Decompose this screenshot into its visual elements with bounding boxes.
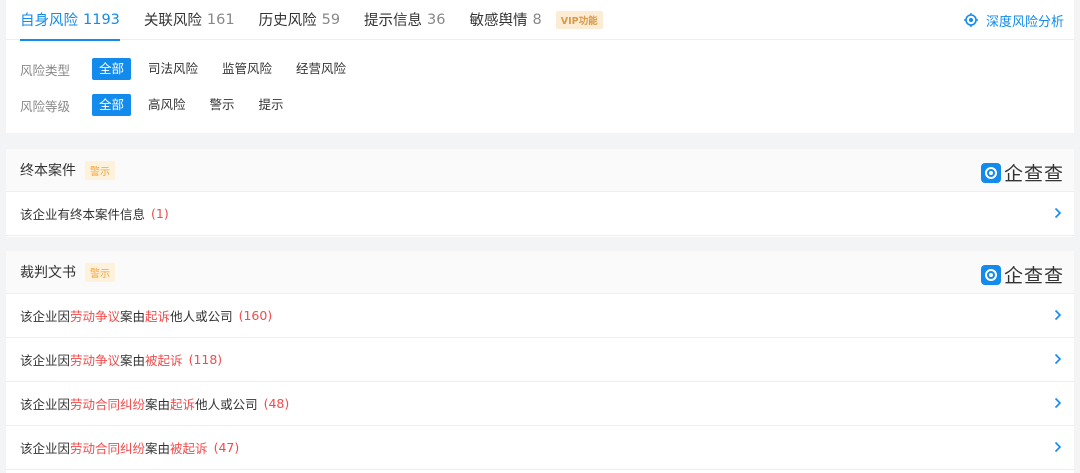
tab-label: 提示信息 — [364, 13, 423, 29]
row-text: 该企业因 — [20, 353, 71, 368]
list-item[interactable]: 该企业因 劳动合同纠纷 案由 被起诉 (47) — [6, 426, 1074, 470]
filter-option-judicial[interactable]: 司法风险 — [141, 58, 205, 80]
row-text: 他人或公司 — [170, 309, 233, 324]
section-header: 裁判文书 警示 企查查 — [6, 251, 1074, 294]
filter-option-all[interactable]: 全部 — [92, 94, 132, 116]
deep-analysis-label: 深度风险分析 — [985, 14, 1064, 30]
row-count: (47) — [213, 440, 240, 455]
chevron-right-icon — [1054, 441, 1062, 453]
qcc-logo-icon — [980, 162, 1001, 183]
row-count: (160) — [238, 308, 273, 323]
filter-label: 风险类型 — [20, 62, 71, 78]
warning-badge: 警示 — [85, 262, 115, 282]
tab-label: 历史风险 — [258, 13, 317, 29]
row-highlight: 起诉 — [170, 397, 196, 412]
chevron-right-icon — [1054, 353, 1062, 365]
chevron-right-icon — [1054, 207, 1062, 219]
row-text: 该企业因 — [20, 309, 71, 324]
qcc-logo-text: 企查查 — [1003, 265, 1064, 287]
row-highlight: 被起诉 — [145, 353, 183, 368]
risk-type-filter: 风险类型 全部 司法风险 监管风险 经营风险 — [6, 56, 1074, 82]
tab-count: 59 — [321, 11, 341, 28]
section-title: 裁判文书 — [20, 265, 76, 281]
risk-tabs: 自身风险 1193 关联风险 161 历史风险 59 提示信息 36 敏感舆情 8 VIP… — [6, 0, 1074, 41]
row-text: 案由 — [120, 353, 146, 368]
filter-option-high[interactable]: 高风险 — [141, 94, 193, 116]
filter-option-regulatory[interactable]: 监管风险 — [215, 58, 279, 80]
tab-count: 161 — [206, 11, 235, 28]
tab-count: 8 — [532, 11, 542, 28]
row-count: (118) — [188, 352, 223, 367]
chevron-right-icon — [1054, 397, 1062, 409]
list-item[interactable]: 该企业有终本案件信息 (1) — [6, 192, 1074, 236]
qcc-logo: 企查查 — [980, 261, 1064, 288]
qcc-logo: 企查查 — [980, 159, 1064, 186]
tab-related-risk[interactable]: 关联风险 161 — [144, 0, 235, 40]
target-icon — [963, 13, 978, 27]
filter-label: 风险等级 — [20, 98, 71, 114]
row-count: (48) — [263, 396, 290, 411]
list-item[interactable]: 该企业因 劳动合同纠纷 案由 起诉 他人或公司 (48) — [6, 382, 1074, 426]
qcc-logo-text: 企查查 — [1003, 163, 1064, 185]
final-case-section: 终本案件 警示 企查查 该企业有终本案件信息 (1) — [6, 149, 1074, 237]
tab-notice-info[interactable]: 提示信息 36 — [364, 0, 445, 40]
tab-label: 敏感舆情 — [469, 13, 528, 29]
row-highlight: 劳动合同纠纷 — [70, 397, 146, 412]
tab-label: 自身风险 — [20, 13, 78, 29]
row-text: 该企业有终本案件信息 — [20, 207, 146, 222]
list-item[interactable]: 该企业因 劳动争议 案由 被起诉 (118) — [6, 338, 1074, 382]
row-count: (1) — [151, 206, 169, 221]
qcc-logo-icon — [980, 264, 1001, 285]
filter-option-notice[interactable]: 提示 — [252, 94, 291, 116]
row-text: 案由 — [120, 309, 146, 324]
row-highlight: 劳动合同纠纷 — [70, 441, 146, 456]
tab-label: 关联风险 — [143, 13, 202, 29]
filter-option-warning[interactable]: 警示 — [203, 94, 242, 116]
deep-analysis-link[interactable]: 深度风险分析 — [963, 0, 1064, 40]
risk-panel: 自身风险 1193 关联风险 161 历史风险 59 提示信息 36 敏感舆情 8 VIP… — [6, 0, 1074, 133]
tab-sensitive-news[interactable]: 敏感舆情 8 — [470, 0, 542, 40]
list-item[interactable]: 该企业因 劳动争议 案由 起诉 他人或公司 (160) — [6, 294, 1074, 338]
tab-self-risk[interactable]: 自身风险 1193 — [20, 0, 120, 41]
tab-count: 1193 — [83, 11, 120, 28]
risk-level-filter: 风险等级 全部 高风险 警示 提示 — [6, 92, 1074, 118]
section-title: 终本案件 — [20, 163, 76, 179]
row-highlight: 劳动争议 — [70, 309, 121, 324]
row-highlight: 被起诉 — [170, 441, 208, 456]
filter-option-all[interactable]: 全部 — [92, 58, 132, 80]
tab-count: 36 — [427, 11, 446, 28]
row-text: 该企业因 — [20, 441, 71, 456]
row-highlight: 起诉 — [145, 309, 171, 324]
chevron-right-icon — [1054, 309, 1062, 321]
row-text: 该企业因 — [20, 397, 71, 412]
row-text: 案由 — [145, 397, 171, 412]
section-header: 终本案件 警示 企查查 — [6, 149, 1074, 192]
warning-badge: 警示 — [85, 160, 115, 180]
row-text: 他人或公司 — [195, 397, 258, 412]
row-text: 案由 — [145, 441, 171, 456]
judgment-section: 裁判文书 警示 企查查 该企业因 劳动争议 案由 起诉 他人或公司 (160) 该企业因… — [6, 251, 1074, 473]
tab-history-risk[interactable]: 历史风险 59 — [259, 0, 340, 40]
filter-option-operational[interactable]: 经营风险 — [289, 58, 353, 80]
row-highlight: 劳动争议 — [70, 353, 121, 368]
vip-badge: VIP功能 — [555, 10, 603, 29]
